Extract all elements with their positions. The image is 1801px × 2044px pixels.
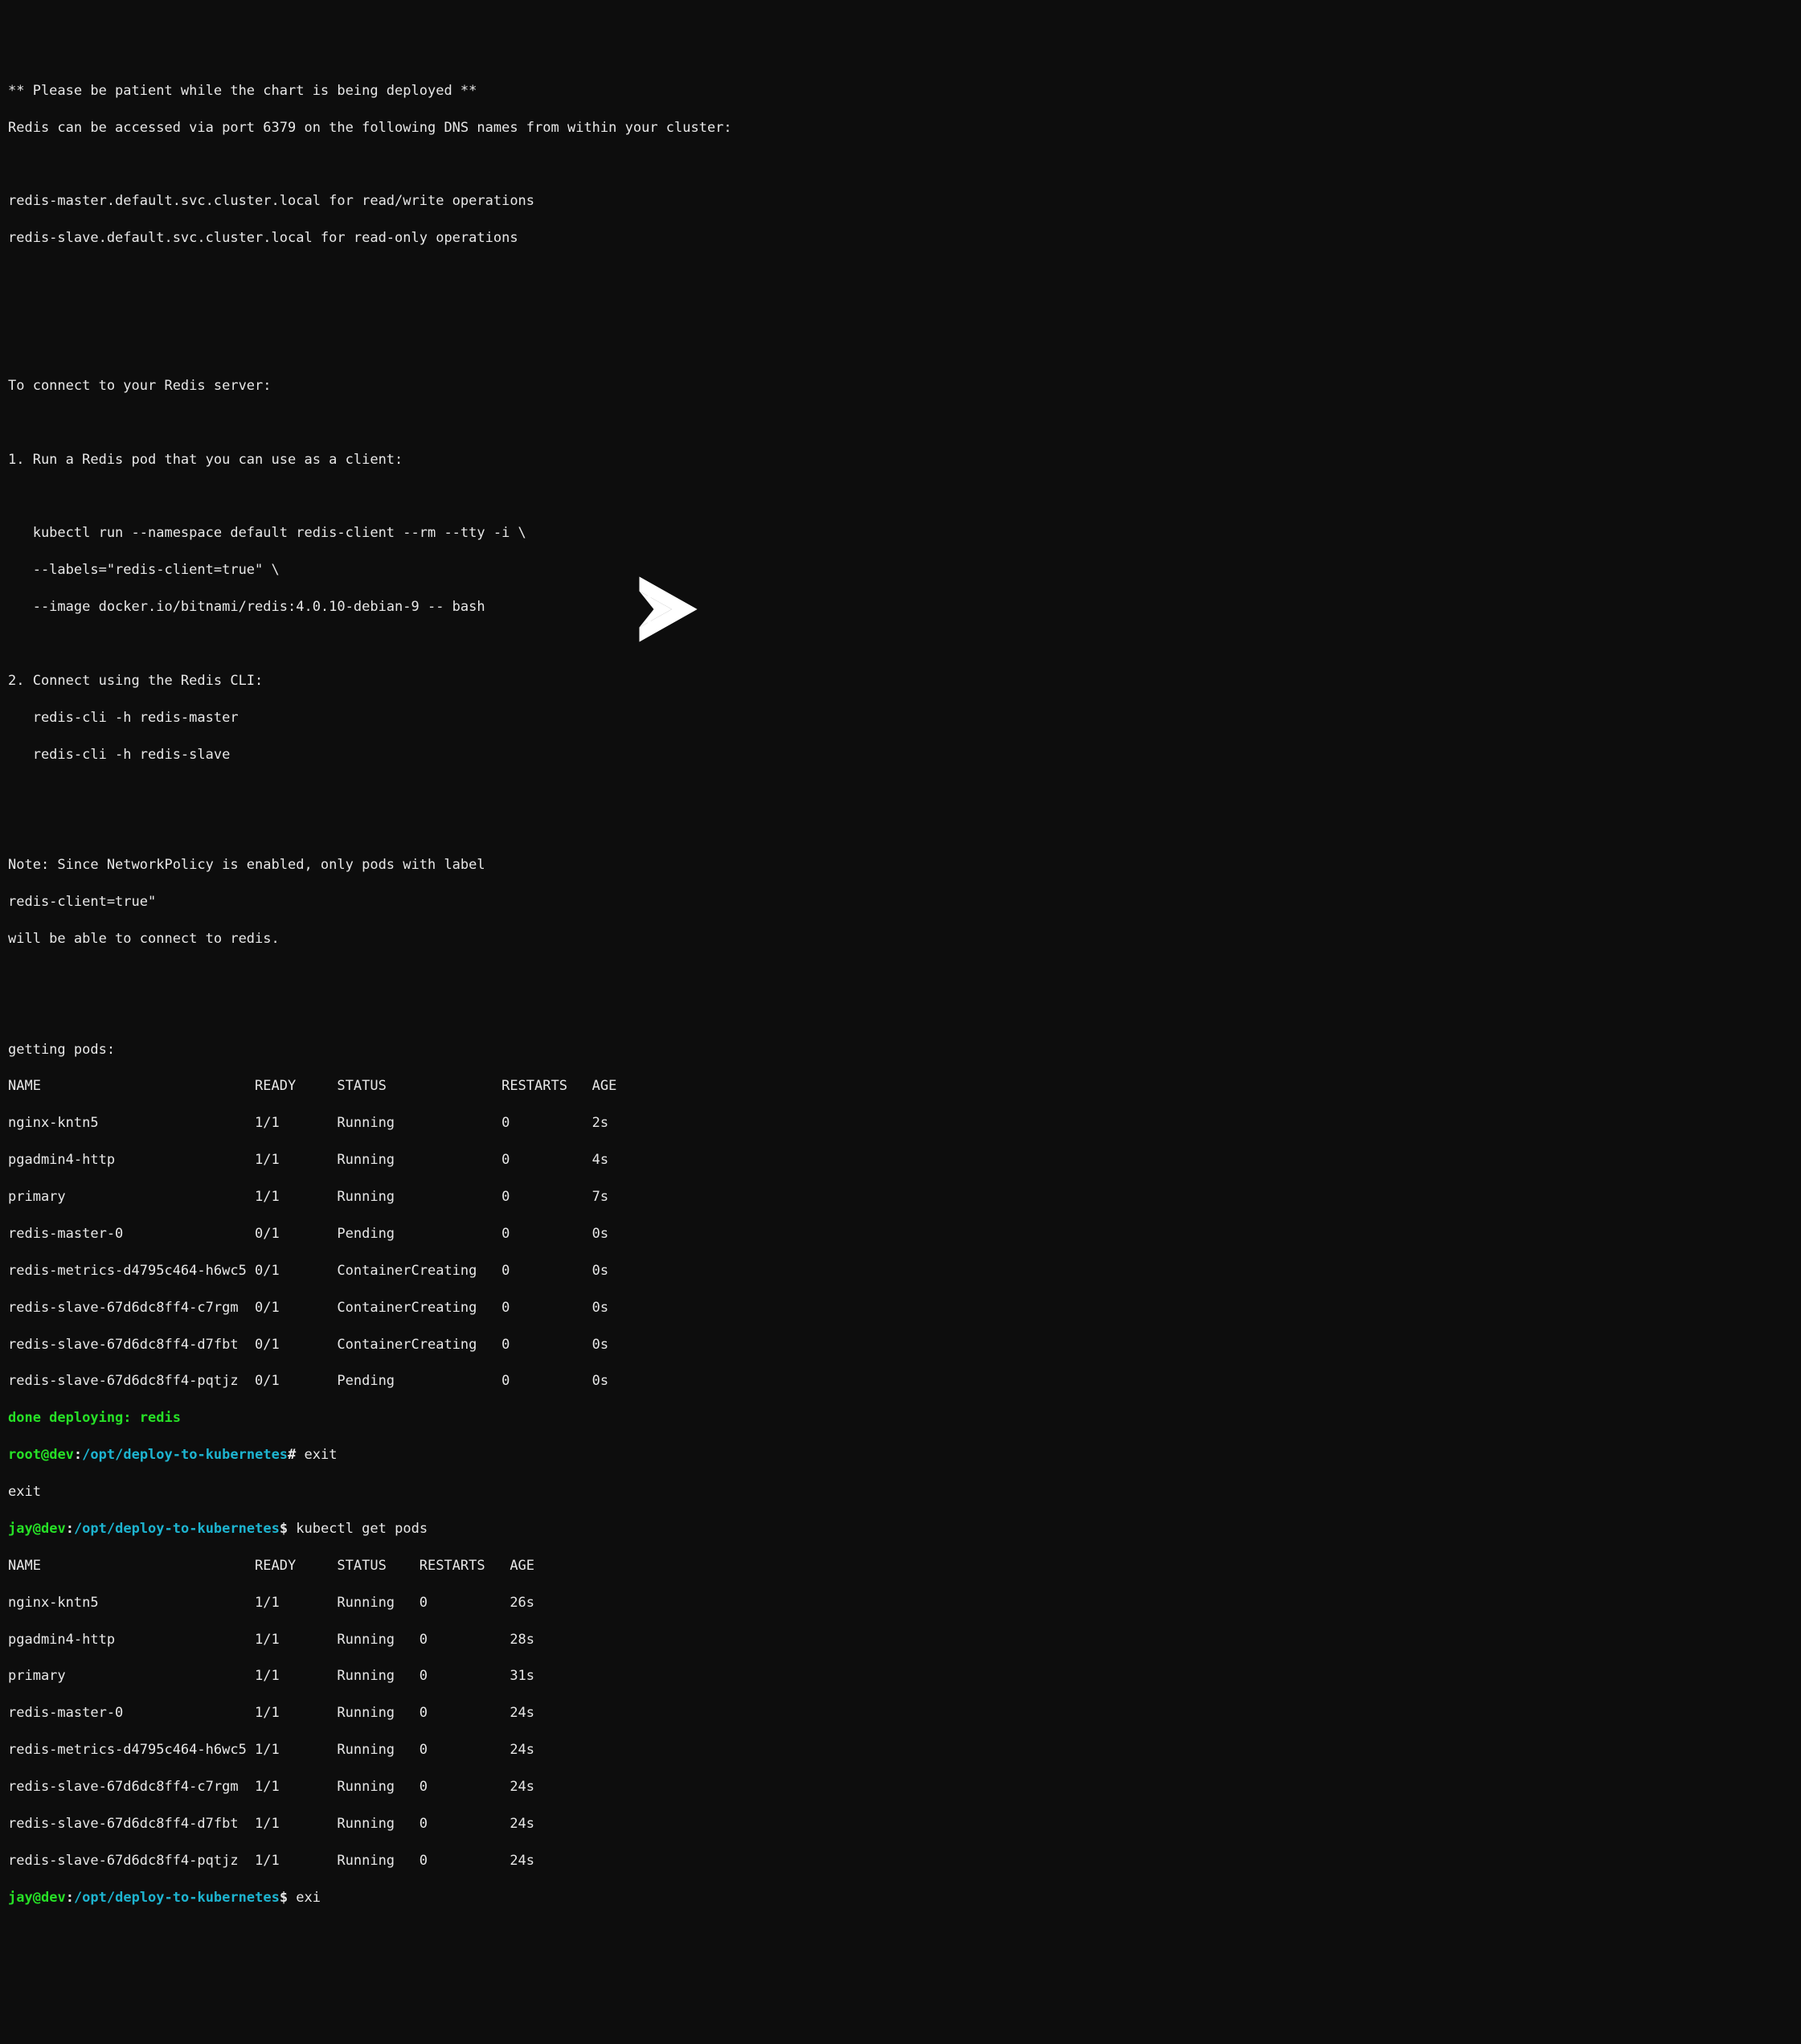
blank-line [8,635,1793,653]
blank-line [8,156,1793,174]
pods-table-row: pgadmin4-http 1/1 Running 0 4s [8,1151,1793,1169]
blank-line [8,340,1793,358]
output-line: redis-client=true" [8,893,1793,911]
prompt-colon: : [66,1521,74,1537]
pods-table-row: nginx-kntn5 1/1 Running 0 2s [8,1114,1793,1133]
prompt-at: @ [33,1890,41,1906]
prompt-symbol: $ [280,1890,288,1906]
prompt-symbol: # [288,1447,296,1463]
pods-table-row: redis-slave-67d6dc8ff4-d7fbt 1/1 Running… [8,1815,1793,1833]
output-line: To connect to your Redis server: [8,377,1793,395]
blank-line [8,487,1793,506]
prompt-path: /opt/deploy-to-kubernetes [74,1890,280,1906]
pods-table-row: primary 1/1 Running 0 31s [8,1667,1793,1686]
output-line: --labels="redis-client=true" \ [8,561,1793,580]
blank-line [8,1004,1793,1022]
prompt-colon: : [74,1447,82,1463]
pods-table-row: redis-slave-67d6dc8ff4-pqtjz 0/1 Pending… [8,1372,1793,1391]
pods-table-header: NAME READY STATUS RESTARTS AGE [8,1557,1793,1575]
done-deploying-line: done deploying: redis [8,1409,1793,1428]
prompt-user: jay [8,1890,33,1906]
getting-pods-header: getting pods: [8,1041,1793,1059]
output-line: redis-cli -h redis-slave [8,746,1793,764]
pods-table-row: redis-slave-67d6dc8ff4-c7rgm 0/1 Contain… [8,1299,1793,1317]
prompt-at: @ [41,1447,49,1463]
output-line: Redis can be accessed via port 6379 on t… [8,119,1793,137]
output-line: redis-cli -h redis-master [8,709,1793,727]
pods-table-row: nginx-kntn5 1/1 Running 0 26s [8,1594,1793,1612]
blank-line [8,819,1793,838]
prompt-host: dev [41,1890,66,1906]
exit-echo: exit [8,1483,1793,1501]
output-line: will be able to connect to redis. [8,930,1793,948]
prompt-command: exit [296,1447,337,1463]
output-line: Note: Since NetworkPolicy is enabled, on… [8,856,1793,875]
prompt-path: /opt/deploy-to-kubernetes [82,1447,288,1463]
prompt-path: /opt/deploy-to-kubernetes [74,1521,280,1537]
output-line: 1. Run a Redis pod that you can use as a… [8,451,1793,469]
pods-table-row: redis-slave-67d6dc8ff4-d7fbt 0/1 Contain… [8,1336,1793,1354]
prompt-jay-current[interactable]: jay@dev:/opt/deploy-to-kubernetes$ exi [8,1889,1793,1907]
pods-table-row: redis-metrics-d4795c464-h6wc5 1/1 Runnin… [8,1741,1793,1759]
blank-line [8,303,1793,322]
pods-table-header: NAME READY STATUS RESTARTS AGE [8,1077,1793,1096]
pods-table-row: redis-master-0 1/1 Running 0 24s [8,1704,1793,1722]
prompt-root[interactable]: root@dev:/opt/deploy-to-kubernetes# exit [8,1446,1793,1464]
pods-table-row: redis-metrics-d4795c464-h6wc5 0/1 Contai… [8,1262,1793,1280]
pods-table-row: redis-slave-67d6dc8ff4-pqtjz 1/1 Running… [8,1852,1793,1870]
prompt-user: root [8,1447,41,1463]
prompt-command: kubectl get pods [288,1521,428,1537]
pods-table-row: redis-slave-67d6dc8ff4-c7rgm 1/1 Running… [8,1778,1793,1796]
output-line: kubectl run --namespace default redis-cl… [8,524,1793,543]
prompt-jay[interactable]: jay@dev:/opt/deploy-to-kubernetes$ kubec… [8,1520,1793,1538]
prompt-command: exi [288,1890,321,1906]
pods-table-row: primary 1/1 Running 0 7s [8,1188,1793,1206]
pods-table-row: pgadmin4-http 1/1 Running 0 28s [8,1631,1793,1649]
prompt-host: dev [49,1447,74,1463]
blank-line [8,266,1793,285]
output-line: redis-slave.default.svc.cluster.local fo… [8,229,1793,248]
prompt-symbol: $ [280,1521,288,1537]
output-line: redis-master.default.svc.cluster.local f… [8,192,1793,211]
pods-table-row: redis-master-0 0/1 Pending 0 0s [8,1225,1793,1243]
prompt-at: @ [33,1521,41,1537]
prompt-user: jay [8,1521,33,1537]
output-line: --image docker.io/bitnami/redis:4.0.10-d… [8,598,1793,616]
blank-line [8,967,1793,985]
prompt-colon: : [66,1890,74,1906]
output-line: 2. Connect using the Redis CLI: [8,672,1793,690]
blank-line [8,782,1793,801]
blank-line [8,414,1793,432]
output-line: ** Please be patient while the chart is … [8,82,1793,100]
prompt-host: dev [41,1521,66,1537]
